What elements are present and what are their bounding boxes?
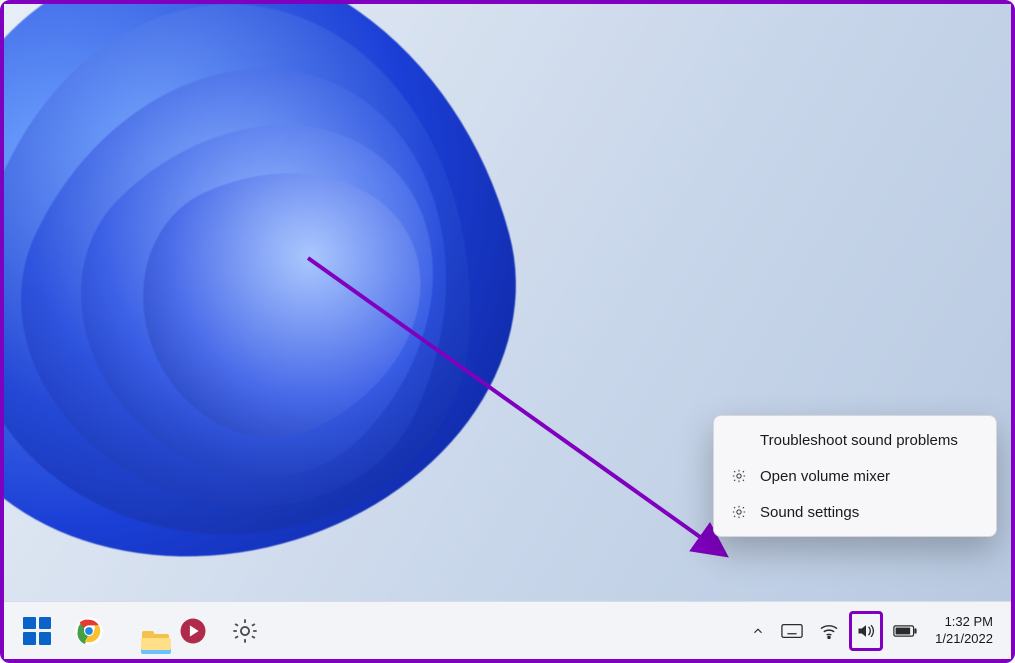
clock-time: 1:32 PM (945, 614, 993, 631)
volume-button[interactable] (849, 611, 883, 651)
menu-item-label: Sound settings (760, 504, 859, 521)
clock-date: 1/21/2022 (935, 631, 993, 648)
wallpaper-bloom-graphic (4, 4, 644, 601)
menu-item-label: Troubleshoot sound problems (760, 432, 958, 449)
gear-icon (730, 467, 748, 485)
wifi-button[interactable] (813, 611, 845, 651)
speaker-icon (856, 622, 876, 640)
volume-context-menu: Troubleshoot sound problems Open volume … (713, 415, 997, 537)
taskbar-pinned-apps (14, 608, 268, 654)
start-button[interactable] (14, 608, 60, 654)
gear-icon (231, 617, 259, 645)
taskbar: 1:32 PM 1/21/2022 (4, 601, 1011, 659)
tray-overflow-button[interactable] (745, 611, 771, 651)
gear-icon (730, 503, 748, 521)
clock-button[interactable]: 1:32 PM 1/21/2022 (927, 614, 1001, 648)
input-indicator-button[interactable] (775, 611, 809, 651)
menu-item-label: Open volume mixer (760, 468, 890, 485)
file-explorer-button[interactable] (118, 608, 164, 654)
wifi-icon (819, 623, 839, 639)
media-player-icon (178, 616, 208, 646)
battery-button[interactable] (887, 611, 923, 651)
keyboard-icon (781, 623, 803, 639)
settings-button[interactable] (222, 608, 268, 654)
chrome-button[interactable] (66, 608, 112, 654)
menu-item-open-volume-mixer[interactable]: Open volume mixer (720, 458, 990, 494)
taskbar-system-tray: 1:32 PM 1/21/2022 (745, 611, 1001, 651)
media-player-button[interactable] (170, 608, 216, 654)
desktop-wallpaper: Troubleshoot sound problems Open volume … (4, 4, 1011, 601)
menu-item-sound-settings[interactable]: Sound settings (720, 494, 990, 530)
windows-start-icon (23, 617, 51, 645)
menu-item-troubleshoot-sound[interactable]: Troubleshoot sound problems (720, 422, 990, 458)
battery-icon (893, 624, 917, 638)
chrome-icon (74, 616, 104, 646)
chevron-up-icon (751, 624, 765, 638)
